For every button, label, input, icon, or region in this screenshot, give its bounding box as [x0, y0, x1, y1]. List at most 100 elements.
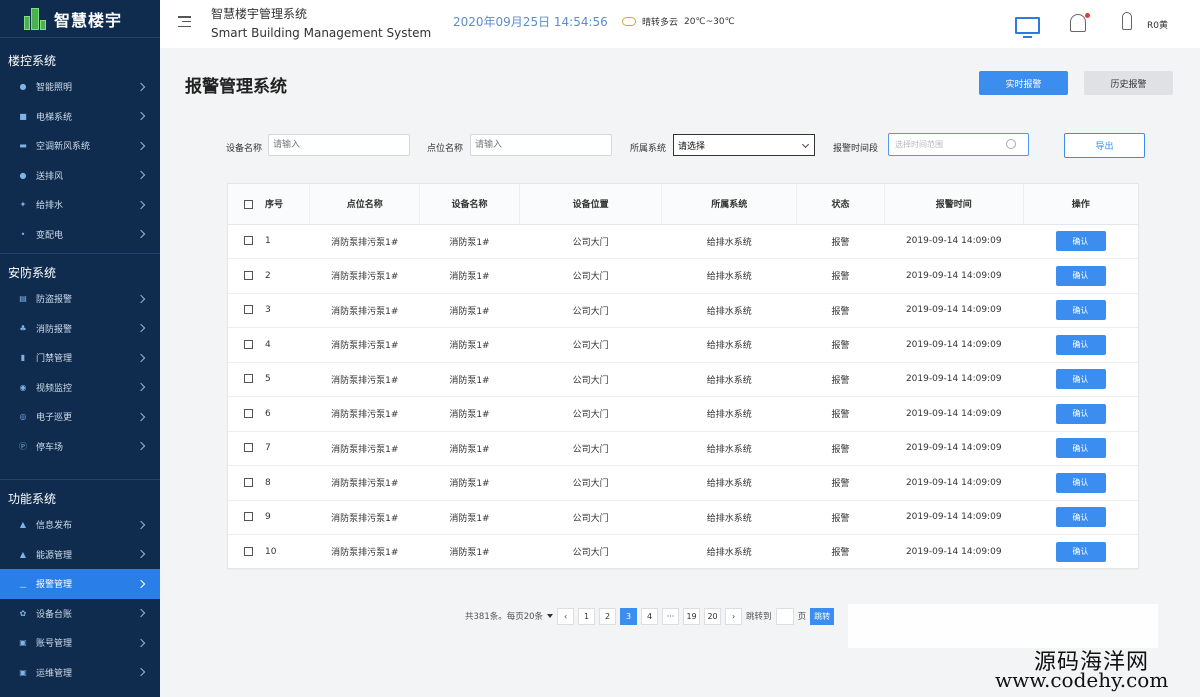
sidebar-item[interactable]: ▬ 空调新风系统 — [0, 131, 160, 161]
confirm-button[interactable]: 确认 — [1055, 369, 1106, 390]
export-button[interactable]: 导出 — [1064, 133, 1145, 158]
sidebar-item[interactable]: ■ 电梯系统 — [0, 102, 160, 132]
confirm-button[interactable]: 确认 — [1055, 265, 1106, 286]
sidebar-item[interactable]: ✦ 给排水 — [0, 190, 160, 220]
cell-point: 消防泵排污泵1# — [309, 396, 420, 432]
row-checkbox[interactable] — [244, 374, 253, 384]
chevron-right-icon — [136, 638, 146, 647]
username[interactable]: R0黄 — [1147, 18, 1168, 31]
menu-toggle-icon[interactable] — [178, 16, 191, 27]
cell-location: 公司大门 — [519, 293, 662, 328]
row-checkbox[interactable] — [244, 546, 253, 556]
sidebar-item-label: 给排水 — [36, 201, 64, 212]
sidebar-section-title: 功能系统 — [8, 491, 57, 506]
confirm-button[interactable]: 确认 — [1055, 438, 1106, 459]
confirm-button[interactable]: 确认 — [1055, 541, 1106, 562]
sidebar-item-label: 设备台账 — [36, 609, 73, 620]
device-name-input[interactable] — [268, 134, 410, 156]
sidebar-item[interactable]: ♣ 消防报警 — [0, 314, 160, 344]
cell-status: 报警 — [796, 327, 885, 363]
page-button[interactable]: 20 — [704, 607, 722, 625]
sidebar-item[interactable]: ▁ 报警管理 — [0, 569, 160, 599]
monitor-icon[interactable] — [1015, 17, 1040, 38]
chevron-right-icon — [136, 579, 146, 588]
sidebar-item[interactable]: ◎ 电子巡更 — [0, 402, 160, 432]
clock-icon — [1006, 139, 1016, 149]
sidebar-item[interactable]: ● 智能照明 — [0, 72, 160, 102]
sidebar-item[interactable]: ▲ 信息发布 — [0, 510, 160, 540]
sidebar-item[interactable]: ● 送排风 — [0, 161, 160, 191]
cell-index: 6 — [228, 396, 310, 432]
sidebar-item[interactable]: ✿ 设备台账 — [0, 599, 160, 629]
sidebar-item-label: 智能照明 — [36, 83, 73, 94]
sidebar-section: 功能系统 ▲ 信息发布 ▲ 能源管理 ▁ 报警管理 ✿ 设备台账 ▣ 账号管理 ▣ 运维管理 ▣操作日志 — [0, 480, 160, 697]
table-row: 9 消防泵排污泵1# 消防泵1# 公司大门 给排水系统 报警 2019-09-14 14:0… — [228, 500, 1138, 535]
cell-time: 2019-09-14 14:09:09 — [884, 293, 1024, 328]
header-action: 操作 — [1023, 184, 1138, 225]
confirm-button[interactable]: 确认 — [1055, 231, 1106, 252]
page-button[interactable]: 2 — [599, 607, 617, 625]
fire-icon: ♣ — [19, 323, 27, 333]
bell-icon[interactable] — [1070, 14, 1086, 32]
page-button[interactable]: 3 — [620, 607, 638, 625]
cell-device: 消防泵1# — [419, 500, 520, 535]
cell-index: 7 — [228, 431, 310, 466]
row-checkbox[interactable] — [244, 408, 253, 418]
sidebar-item[interactable]: Ⓟ 停车场 — [0, 432, 160, 462]
header-point: 点位名称 — [309, 184, 421, 225]
row-checkbox[interactable] — [244, 270, 253, 280]
cell-point: 消防泵排污泵1# — [309, 327, 420, 363]
cell-location: 公司大门 — [519, 327, 662, 363]
next-page-button[interactable]: › — [725, 607, 743, 625]
sidebar-item-label: 报警管理 — [36, 580, 73, 591]
sidebar-item[interactable]: ◉ 视频监控 — [0, 373, 160, 403]
point-name-input[interactable] — [470, 134, 612, 156]
row-checkbox[interactable] — [244, 236, 253, 246]
sidebar-item-label: 门禁管理 — [36, 354, 73, 365]
cell-time: 2019-09-14 14:09:09 — [884, 534, 1024, 570]
cell-device: 消防泵1# — [419, 534, 520, 570]
page-button[interactable]: ··· — [662, 607, 680, 625]
jump-button[interactable]: 跳转 — [810, 607, 835, 625]
row-checkbox[interactable] — [244, 443, 253, 453]
cell-point: 消防泵排污泵1# — [309, 534, 420, 570]
confirm-button[interactable]: 确认 — [1055, 507, 1106, 528]
sidebar-item[interactable]: ▣ 账号管理 — [0, 628, 160, 658]
cell-location: 公司大门 — [519, 465, 662, 501]
row-checkbox[interactable] — [244, 477, 253, 487]
chevron-right-icon — [136, 550, 146, 559]
row-checkbox[interactable] — [244, 305, 253, 315]
cell-status: 报警 — [796, 534, 885, 570]
prev-page-button[interactable]: ‹ — [557, 607, 575, 625]
sidebar-item[interactable]: • 变配电 — [0, 220, 160, 250]
sidebar-item-label: 电梯系统 — [36, 112, 73, 123]
confirm-button[interactable]: 确认 — [1055, 300, 1106, 321]
chevron-right-icon — [136, 141, 146, 150]
sidebar-item[interactable]: ▤ 防盗报警 — [0, 284, 160, 314]
select-all-checkbox[interactable] — [244, 200, 253, 210]
alarm-time-range-input[interactable]: 选择时间范围 — [888, 133, 1029, 156]
row-checkbox[interactable] — [244, 339, 253, 349]
weather-widget: 晴转多云 20℃~30℃ — [622, 15, 735, 28]
history-alarm-button[interactable]: 历史报警 — [1084, 71, 1173, 95]
page-size-dropdown-icon[interactable] — [547, 614, 554, 618]
weather-text: 晴转多云 — [642, 18, 679, 28]
confirm-button[interactable]: 确认 — [1055, 472, 1106, 493]
jump-page-input[interactable] — [775, 607, 794, 625]
page-button[interactable]: 1 — [578, 607, 596, 625]
sidebar-item[interactable]: ▣ 运维管理 — [0, 658, 160, 688]
realtime-alarm-button[interactable]: 实时报警 — [979, 71, 1068, 95]
row-checkbox[interactable] — [244, 512, 253, 522]
table-row: 6 消防泵排污泵1# 消防泵1# 公司大门 给排水系统 报警 2019-09-14 14:0… — [228, 396, 1138, 432]
page-button[interactable]: 19 — [683, 607, 701, 625]
page-button[interactable]: 4 — [641, 607, 659, 625]
sidebar-item[interactable]: ▮ 门禁管理 — [0, 343, 160, 373]
confirm-button[interactable]: 确认 — [1055, 334, 1106, 355]
sidebar-item[interactable]: ▲ 能源管理 — [0, 540, 160, 570]
user-icon[interactable] — [1122, 12, 1132, 30]
sidebar-item[interactable]: ▣操作日志 — [0, 687, 160, 697]
cell-action: 确认 — [1023, 362, 1138, 397]
confirm-button[interactable]: 确认 — [1055, 403, 1106, 424]
cell-device: 消防泵1# — [419, 327, 520, 363]
system-select[interactable]: 请选择 — [673, 134, 815, 156]
